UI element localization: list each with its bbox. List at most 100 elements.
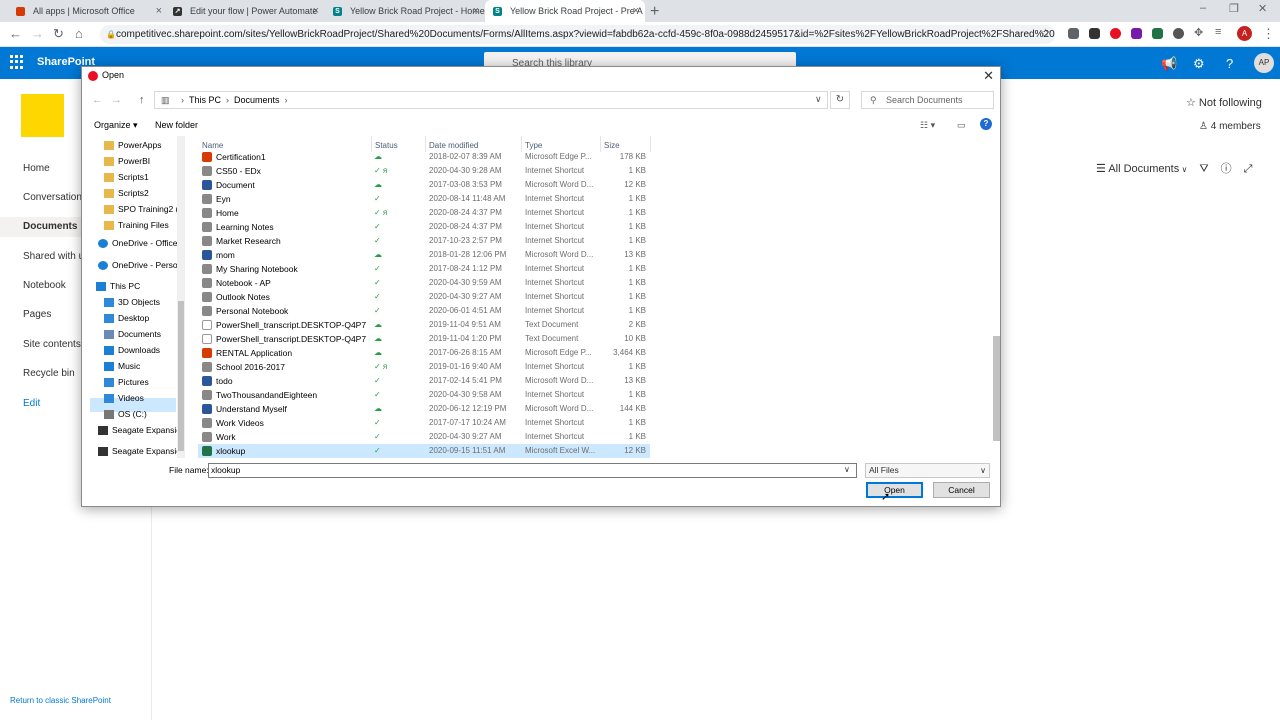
tree-item[interactable]: PowerBI	[104, 156, 150, 166]
file-row[interactable]: Work ✓ 2020-04-30 9:27 AM Internet Shortcut…	[198, 430, 650, 444]
nav-recycle-bin[interactable]: Recycle bin	[23, 368, 75, 379]
site-logo[interactable]	[21, 94, 64, 137]
nav-notebook[interactable]: Notebook	[23, 280, 66, 291]
file-row[interactable]: mom ☁ 2018-01-28 12:06 PM Microsoft Word D.…	[198, 248, 650, 262]
file-row[interactable]: xlookup ✓ 2020-09-15 11:51 AM Microsoft Exc…	[198, 444, 650, 458]
follow-button[interactable]: ☆ Not following	[1186, 96, 1262, 109]
preview-pane-icon[interactable]: ▭	[957, 120, 966, 131]
help-icon[interactable]: ?	[1226, 56, 1233, 71]
media-icon[interactable]: ≡	[1215, 26, 1221, 38]
app-launcher-icon[interactable]	[10, 55, 24, 69]
nav-conversations[interactable]: Conversations	[23, 192, 87, 203]
bookmark-star-icon[interactable]: ☆	[1040, 26, 1051, 40]
file-list-scrollbar[interactable]	[992, 136, 1001, 458]
tree-item[interactable]: OneDrive - Persor	[98, 260, 181, 270]
close-tab-icon[interactable]: ×	[633, 5, 639, 17]
chevron-down-icon[interactable]: ∨	[844, 465, 850, 474]
nav-site-contents[interactable]: Site contents	[23, 339, 81, 350]
new-folder-button[interactable]: New folder	[155, 120, 198, 130]
chevron-down-icon[interactable]: ∨	[815, 94, 822, 105]
tree-item[interactable]: Desktop	[104, 313, 149, 323]
members-button[interactable]: ♙ 4 members	[1199, 121, 1261, 132]
view-options-icon[interactable]: ☷ ▾	[920, 120, 935, 131]
back-arrow-icon[interactable]: ←	[92, 94, 103, 106]
file-row[interactable]: Document ☁ 2017-03-08 3:53 PM Microsoft Wor…	[198, 178, 650, 192]
maximize-icon[interactable]: ❐	[1229, 2, 1239, 15]
browser-tab-1[interactable]: All apps | Microsoft Office ×	[8, 0, 168, 22]
column-status[interactable]: Status	[375, 141, 398, 150]
scroll-thumb[interactable]	[993, 336, 1000, 441]
tree-item[interactable]: 3D Objects	[104, 297, 160, 307]
close-tab-icon[interactable]: ×	[313, 5, 319, 17]
file-row[interactable]: PowerShell_transcript.DESKTOP-Q4P7GU... ☁…	[198, 318, 650, 332]
back-icon[interactable]: ←	[9, 26, 22, 41]
tree-item[interactable]: OS (C:)	[104, 409, 147, 419]
expand-icon[interactable]: ⤢	[1244, 163, 1253, 175]
nav-documents[interactable]: Documents	[23, 221, 77, 232]
refresh-button[interactable]: ↻	[830, 91, 850, 109]
cancel-button[interactable]: Cancel	[933, 482, 990, 498]
file-row[interactable]: CS50 - EDx ✓ ᴙ 2020-04-30 9:28 AM Internet …	[198, 164, 650, 178]
url-field[interactable]: 🔒 competitivec.sharepoint.com/sites/Yell…	[100, 25, 1055, 44]
onenote-extension-icon[interactable]	[1131, 28, 1142, 39]
file-row[interactable]: My Sharing Notebook ✓ 2017-08-24 1:12 PM In…	[198, 262, 650, 276]
organize-menu[interactable]: Organize ▾	[94, 120, 138, 131]
view-switcher[interactable]: ☰ All Documents ∨ ⛛ ⓘ ⤢	[1096, 160, 1252, 176]
file-row[interactable]: Certification1 ☁ 2018-02-07 8:39 AM Microso…	[198, 150, 650, 164]
excel-extension-icon[interactable]	[1152, 28, 1163, 39]
file-row[interactable]: Understand Myself ☁ 2020-06-12 12:19 PM Mic…	[198, 402, 650, 416]
forward-arrow-icon[interactable]: →	[111, 94, 122, 106]
file-row[interactable]: School 2016-2017 ✓ ᴙ 2019-01-16 9:40 AM Int…	[198, 360, 650, 374]
edit-nav-link[interactable]: Edit	[23, 398, 40, 409]
file-row[interactable]: Notebook - AP ✓ 2020-04-30 9:59 AM Internet…	[198, 276, 650, 290]
open-button[interactable]: Open	[866, 482, 923, 498]
reload-icon[interactable]: ↻	[53, 26, 64, 42]
gear-icon[interactable]: ⚙	[1193, 56, 1205, 72]
column-divider[interactable]	[650, 136, 651, 152]
tree-item[interactable]: Downloads	[104, 345, 160, 355]
tree-item[interactable]: Training Files	[104, 220, 169, 230]
menu-icon[interactable]: ⋮	[1262, 26, 1275, 42]
file-row[interactable]: Eyn ✓ 2020-08-14 11:48 AM Internet Shortcut…	[198, 192, 650, 206]
close-tab-icon[interactable]: ×	[156, 5, 162, 17]
breadcrumb-this-pc[interactable]: This PC	[189, 95, 221, 105]
browser-tab-3[interactable]: S Yellow Brick Road Project - Home ×	[325, 0, 485, 22]
tree-item[interactable]: Music	[104, 361, 140, 371]
window-close-icon[interactable]: ✕	[1258, 2, 1267, 15]
file-row[interactable]: RENTAL Application ☁ 2017-06-26 8:15 AM Mic…	[198, 346, 650, 360]
navigation-pane-scrollbar[interactable]	[177, 136, 185, 458]
nav-shared-with-us[interactable]: Shared with us	[23, 251, 89, 262]
tree-item[interactable]: Seagate Expansio	[98, 446, 181, 456]
nav-home[interactable]: Home	[23, 163, 50, 174]
scroll-thumb[interactable]	[178, 301, 184, 451]
new-tab-button[interactable]: +	[650, 3, 659, 21]
extension-icon[interactable]	[1173, 28, 1184, 39]
tree-item[interactable]: Pictures	[104, 377, 149, 387]
file-row[interactable]: Market Research ✓ 2017-10-23 2:57 PM Intern…	[198, 234, 650, 248]
filter-icon[interactable]: ⛛	[1199, 163, 1208, 175]
browser-tab-2[interactable]: ↗ Edit your flow | Power Automate ×	[165, 0, 325, 22]
tree-item[interactable]: Videos	[104, 393, 144, 403]
file-row[interactable]: Learning Notes ✓ 2020-08-24 4:37 PM Interne…	[198, 220, 650, 234]
file-row[interactable]: Personal Notebook ✓ 2020-06-01 4:51 AM Inte…	[198, 304, 650, 318]
file-row[interactable]: TwoThousandandEighteen ✓ 2020-04-30 9:58 A…	[198, 388, 650, 402]
return-to-classic-link[interactable]: Return to classic SharePoint	[10, 696, 111, 705]
close-icon[interactable]: ✕	[983, 68, 994, 84]
file-row[interactable]: Work Videos ✓ 2017-07-17 10:24 AM Internet …	[198, 416, 650, 430]
tree-item[interactable]: This PC	[96, 281, 140, 291]
file-row[interactable]: Home ✓ ᴙ 2020-08-24 4:37 PM Internet Shortc…	[198, 206, 650, 220]
help-icon[interactable]: ?	[980, 118, 992, 130]
minimize-icon[interactable]: –	[1200, 2, 1206, 14]
home-icon[interactable]: ⌂	[75, 26, 83, 41]
search-documents-input[interactable]: ⚲ Search Documents	[861, 91, 994, 109]
file-row[interactable]: todo ✓ 2017-02-14 5:41 PM Microsoft Word D.…	[198, 374, 650, 388]
close-tab-icon[interactable]: ×	[473, 5, 479, 17]
tree-item[interactable]: Seagate Expansic	[98, 425, 181, 435]
breadcrumb[interactable]: ▥ › This PC › Documents ›	[154, 91, 828, 109]
file-row[interactable]: Outlook Notes ✓ 2020-04-30 9:27 AM Internet…	[198, 290, 650, 304]
extension-icon[interactable]	[1110, 28, 1121, 39]
tree-item[interactable]: PowerApps	[104, 140, 161, 150]
column-name[interactable]: Name	[202, 141, 223, 150]
column-size[interactable]: Size	[604, 141, 620, 150]
megaphone-icon[interactable]: 📢	[1161, 56, 1177, 72]
